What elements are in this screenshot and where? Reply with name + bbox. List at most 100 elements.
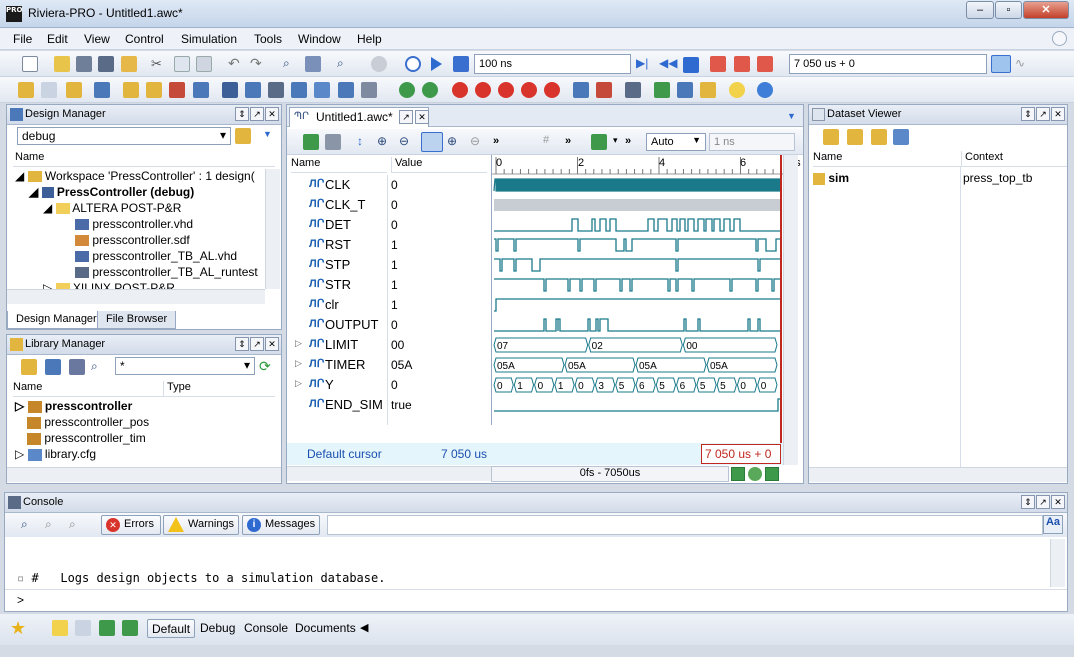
console-find-icon[interactable]: ⌕ [21, 517, 37, 533]
panel-float-button[interactable]: ↗ [1036, 107, 1050, 121]
lightbulb-icon[interactable] [729, 82, 745, 98]
dataset-search-icon[interactable] [893, 129, 909, 145]
coverage-icon[interactable] [399, 82, 415, 98]
dataset-row-sim[interactable]: sim [813, 171, 849, 187]
timing-icon[interactable] [591, 134, 607, 150]
cursor-icon[interactable]: ↕ [357, 134, 373, 150]
breakpoint-toggle-icon[interactable] [498, 82, 514, 98]
messages-filter-button[interactable]: i Messages [242, 515, 320, 535]
tree-item-file[interactable]: presscontroller.sdf [75, 233, 190, 249]
tab-untitled1[interactable]: ՊՐ Untitled1.awc* ↗ ✕ [289, 107, 429, 127]
tab-close-button[interactable]: ✕ [415, 110, 429, 124]
timeline-ruler[interactable]: 0 2 4 6 ms [491, 155, 801, 175]
attach-library-icon[interactable] [45, 359, 61, 375]
zoom-in-icon[interactable]: ⊕ [377, 134, 393, 150]
panel-close-button[interactable]: ✕ [265, 107, 279, 121]
tools-icon[interactable] [361, 82, 377, 98]
design-browse-icon[interactable] [18, 82, 34, 98]
trace-icon[interactable] [596, 82, 612, 98]
nav-prev-icon[interactable] [731, 467, 745, 481]
find-icon[interactable]: ⌕ [283, 56, 299, 72]
nav-center-icon[interactable] [748, 467, 762, 481]
delete-layout-icon[interactable] [75, 620, 91, 636]
breakpoint-enable-icon[interactable] [521, 82, 537, 98]
signal-row[interactable]: ЛՐ RST 1 [287, 235, 491, 255]
hierarchy-icon[interactable] [193, 82, 209, 98]
waveform-vscroll[interactable] [783, 155, 798, 465]
save-icon[interactable] [76, 56, 92, 72]
layout-tab-console[interactable]: Console [244, 621, 288, 635]
chevron-down-icon[interactable]: ▾ [613, 135, 618, 146]
signal-row[interactable]: ▷ ЛՐ Y 0 [287, 375, 491, 395]
more-tools-icon[interactable]: » [493, 135, 499, 147]
panel-close-button[interactable]: ✕ [265, 337, 279, 351]
import-icon[interactable] [654, 82, 670, 98]
tab-file-browser[interactable]: File Browser [97, 311, 177, 329]
signal-row[interactable]: ЛՐ clr 1 [287, 295, 491, 315]
library-search-icon[interactable]: ⌕ [91, 359, 107, 375]
new-library-icon[interactable] [21, 359, 37, 375]
signal-row[interactable]: ЛՐ DET 0 [287, 215, 491, 235]
console-vscroll[interactable] [1050, 539, 1065, 587]
stop-icon[interactable] [371, 56, 387, 72]
options-icon[interactable] [677, 82, 693, 98]
font-case-icon[interactable]: Aa [1043, 515, 1063, 534]
copy-icon[interactable] [174, 56, 190, 72]
paste-icon[interactable] [196, 56, 212, 72]
signal-row[interactable]: ЛՐ STP 1 [287, 255, 491, 275]
processes-icon[interactable] [291, 82, 307, 98]
zoom-out-icon[interactable]: ⊖ [399, 134, 415, 150]
layout-next-icon[interactable] [122, 620, 138, 636]
step-over-icon[interactable] [734, 56, 750, 72]
errors-filter-button[interactable]: ✕ Errors [101, 515, 161, 535]
expand-chevron-icon[interactable]: ▷ [295, 358, 302, 369]
panel-float-button[interactable]: ↗ [250, 107, 264, 121]
tree-item-xilinx[interactable]: ▷ XILINX POST-P&R [43, 281, 175, 289]
breakpoint-list-icon[interactable] [475, 82, 491, 98]
signal-row[interactable]: ЛՐ CLK 0 [287, 175, 491, 195]
menu-file[interactable]: File [13, 32, 32, 46]
layout-tab-documents[interactable]: Documents [295, 621, 356, 635]
signal-row[interactable]: ЛՐ STR 1 [287, 275, 491, 295]
maximize-button[interactable]: ▫ [995, 1, 1022, 19]
more-tools-icon[interactable]: » [625, 135, 631, 147]
library-item[interactable]: presscontroller_tim [27, 431, 157, 447]
dataset-compare-icon[interactable] [871, 129, 887, 145]
warnings-filter-button[interactable]: Warnings [163, 515, 239, 535]
design-tree-vscroll[interactable] [265, 169, 280, 289]
add-signal-icon[interactable] [303, 134, 319, 150]
cursor-line[interactable] [780, 155, 782, 465]
tree-item-design[interactable]: ◢ PressController (debug) [29, 185, 194, 201]
tab-list-icon[interactable]: ▼ [787, 111, 796, 121]
library-item[interactable]: presscontroller_pos [27, 415, 157, 431]
tab-float-button[interactable]: ↗ [399, 110, 413, 124]
time-range-scroll[interactable]: 0fs - 7050us [491, 466, 729, 482]
run-for-icon[interactable] [453, 56, 469, 72]
config-dropdown-icon[interactable]: ▼ [263, 129, 272, 139]
layout-prev-icon[interactable] [99, 620, 115, 636]
menu-edit[interactable]: Edit [47, 32, 68, 46]
library-hscroll[interactable] [7, 467, 281, 482]
web-update-icon[interactable] [757, 82, 773, 98]
breakpoint-icon[interactable] [452, 82, 468, 98]
cut-icon[interactable]: ✂ [151, 56, 167, 72]
nav-next-icon[interactable] [765, 467, 779, 481]
library-item[interactable]: ▷ presscontroller [15, 399, 132, 415]
dataset-hscroll[interactable] [809, 467, 1067, 482]
signal-wave-icon[interactable]: ∿ [1015, 56, 1031, 72]
undo-icon[interactable]: ↶ [228, 55, 244, 71]
config-settings-icon[interactable] [235, 128, 251, 144]
break-icon[interactable] [683, 57, 699, 73]
signal-row[interactable]: ▷ ЛՐ TIMER 05A [287, 355, 491, 375]
signal-row[interactable]: ЛՐ END_SIM true [287, 395, 491, 415]
signal-row[interactable]: ЛՐ CLK_T 0 [287, 195, 491, 215]
assertion-icon[interactable] [573, 82, 589, 98]
step-out-icon[interactable] [757, 56, 773, 72]
layout-tab-default[interactable]: Default [147, 619, 196, 638]
search-files-icon[interactable]: ⌕ [337, 56, 353, 72]
find-replace-icon[interactable] [305, 56, 321, 72]
zoom-previous-icon[interactable]: ⊖ [470, 134, 486, 150]
delete-signal-icon[interactable] [325, 134, 341, 150]
tree-item-file[interactable]: presscontroller_TB_AL.vhd [75, 249, 237, 265]
new-file-icon[interactable] [22, 56, 38, 72]
